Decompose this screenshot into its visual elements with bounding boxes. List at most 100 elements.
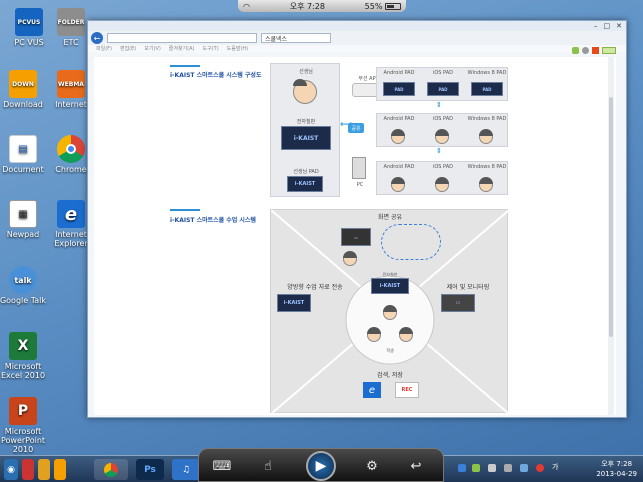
touch-button[interactable]: ☝	[255, 455, 281, 477]
taskbar-photoshop[interactable]: Ps	[136, 459, 164, 480]
section-underline	[170, 65, 200, 67]
teacher-panel: 선생님 전자칠판 i-KAIST 선생님 PAD i-KAIST	[270, 63, 340, 197]
taskbar-itunes[interactable]: ♫	[172, 459, 200, 480]
battery-tray-icon[interactable]	[488, 464, 496, 472]
status-time: 오후 7:28	[289, 1, 325, 11]
student-avatar	[383, 305, 397, 320]
android-icon	[572, 47, 579, 54]
student-avatar	[391, 177, 405, 192]
kaist-board: i-KAIST	[281, 126, 331, 150]
chrome-icon	[57, 135, 85, 163]
battery-icon	[384, 2, 401, 10]
search-save-label: 검색, 저장	[377, 372, 403, 379]
menu-view[interactable]: 보기(V)	[144, 45, 161, 53]
volume-icon[interactable]	[520, 464, 528, 472]
close-icon[interactable]: ✕	[616, 22, 622, 30]
pc-icon	[352, 157, 366, 179]
remote-dock: ⌨ ☝ ▶ ⚙ ↩	[198, 448, 444, 482]
battery-percent: 55%	[364, 1, 383, 11]
two-way-label: 양방향 수업 자료 전송	[287, 284, 343, 291]
menu-edit[interactable]: 편집(E)	[120, 45, 136, 53]
desktop-icon-googletalk[interactable]: talk Google Talk	[0, 266, 52, 305]
itunes-icon: ♫	[181, 464, 191, 475]
back-button[interactable]: ←	[91, 32, 103, 44]
browser-window: – □ ✕ ← 스쿨넥스 파일(F) 편집(E) 보기(V) 즐겨찾기(A) 도…	[87, 20, 627, 418]
screen-share-label: 화면 공유	[378, 214, 402, 221]
monitor-device: ▭	[441, 294, 475, 312]
keyboard-button[interactable]: ⌨	[209, 455, 235, 477]
student-avatar	[479, 129, 493, 144]
platform-icons	[572, 47, 616, 54]
internet-explorer-icon: e	[57, 200, 85, 228]
settings-button[interactable]: ⚙	[359, 455, 385, 477]
page-content: i-KAIST 스마트스쿨 시스템 구성도 선생님 전자칠판 i-KAIST 선…	[94, 57, 616, 415]
touch-icon: ☝	[264, 458, 272, 474]
start-button[interactable]: ◉	[4, 459, 18, 480]
play-button[interactable]: ▶	[306, 451, 336, 481]
sync-arrow-icon: ⇕	[436, 147, 442, 155]
student-avatar	[399, 327, 413, 342]
student-avatar	[391, 129, 405, 144]
ios-pad-icon: PAD	[427, 82, 459, 96]
desktop-icon-excel[interactable]: X Microsoft Excel 2010	[0, 332, 52, 380]
pc-label: PC	[356, 182, 364, 188]
play-icon: ▶	[315, 458, 327, 474]
webmail-icon: WEBMA	[57, 70, 85, 98]
download-icon: DOWN	[9, 70, 37, 98]
pad-row-1: Android PAD iOS PAD Windows 8 PAD PAD PA…	[376, 67, 508, 101]
back-icon: ↩	[410, 458, 422, 474]
share-badge: 공유	[348, 123, 364, 133]
gear-icon: ⚙	[366, 458, 378, 474]
keyboard-icon: ⌨	[212, 458, 232, 474]
section2-title: i-KAIST 스마트스쿨 수업 시스템	[170, 217, 256, 224]
student-group	[381, 224, 441, 260]
scrollbar[interactable]	[608, 57, 614, 415]
title-bar: – □ ✕	[88, 21, 626, 31]
section1-title: i-KAIST 스마트스쿨 시스템 구성도	[170, 72, 262, 79]
tab-schoolnex[interactable]: 스쿨넥스	[261, 33, 331, 43]
bluetooth-icon[interactable]	[458, 464, 466, 472]
student-avatar	[479, 177, 493, 192]
student-avatar	[435, 129, 449, 144]
notepad-icon: ▦	[9, 200, 37, 228]
flag-icon[interactable]	[504, 464, 512, 472]
menu-file[interactable]: 파일(F)	[96, 45, 112, 53]
pcvus-icon: PCVUS	[15, 8, 43, 36]
minimize-icon[interactable]: –	[594, 22, 598, 30]
teacher-avatar	[343, 251, 357, 266]
network-icon[interactable]	[472, 464, 480, 472]
center-board: i-KAIST	[371, 278, 409, 294]
pad-row-2: Android PAD iOS PAD Windows 8 PAD	[376, 113, 508, 147]
control-label: 제어 및 모니터링	[446, 284, 490, 291]
tray-app-icon[interactable]	[38, 459, 50, 480]
menu-help[interactable]: 도움말(H)	[227, 45, 248, 53]
antivirus-icon[interactable]	[536, 464, 544, 472]
teacher-pad: i-KAIST	[287, 176, 323, 192]
maximize-icon[interactable]: □	[604, 22, 611, 30]
taskbar-chrome[interactable]	[94, 459, 128, 480]
tray-app-icon[interactable]	[22, 459, 34, 480]
menu-favorites[interactable]: 즐겨찾기(A)	[169, 45, 195, 53]
menu-tools[interactable]: 도구(T)	[203, 45, 219, 53]
windows-pad-icon: PAD	[471, 82, 503, 96]
store-icon	[602, 47, 616, 54]
system-clock[interactable]: 오후 7:28 2013-04-29	[596, 459, 637, 479]
tray-app-icon[interactable]	[54, 459, 66, 480]
battery-level	[386, 4, 394, 8]
share-screen-device: ▭	[341, 228, 371, 246]
android-pad-icon: PAD	[383, 82, 415, 96]
status-bar: ◠ 오후 7:28 55%	[238, 0, 406, 12]
desktop-icon-powerpoint[interactable]: P Microsoft PowerPoint 2010	[0, 397, 52, 454]
address-bar[interactable]	[107, 33, 257, 43]
teacher-pad-label: 선생님 PAD	[293, 169, 319, 175]
back-dock-button[interactable]: ↩	[403, 455, 429, 477]
kaist-board-small: i-KAIST	[277, 294, 311, 312]
powerpoint-icon: P	[9, 397, 37, 425]
ime-indicator[interactable]: 가	[552, 462, 558, 472]
windows-icon	[592, 47, 599, 54]
menu-bar: 파일(F) 편집(E) 보기(V) 즐겨찾기(A) 도구(T) 도움말(H)	[88, 45, 626, 53]
class-system-diagram: 화면 공유 ▭ 양방향 수업 자료 전송 i-KAIST 제어 및 모니터링 ▭…	[270, 209, 509, 414]
rec-icon: REC	[395, 382, 419, 398]
document-icon: ▤	[9, 135, 37, 163]
sync-arrow-icon: ⇕	[436, 101, 442, 109]
